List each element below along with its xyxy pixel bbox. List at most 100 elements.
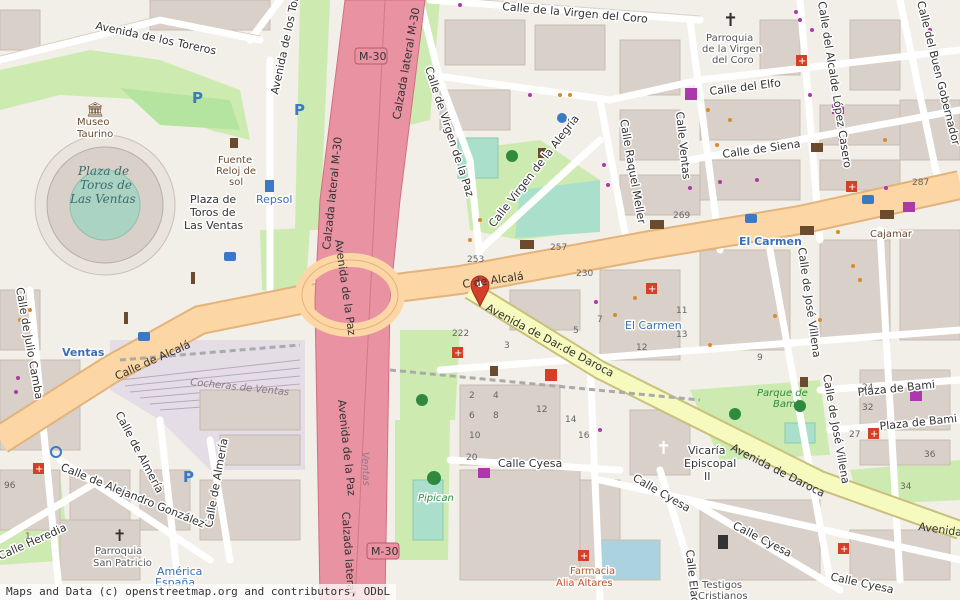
church-icon-2[interactable]: ✝ <box>656 438 671 459</box>
house-number: 6 <box>469 411 475 421</box>
label-plaza-toros-italic-2: Toros de <box>80 178 132 192</box>
mail-icon[interactable] <box>811 143 823 152</box>
svg-text:+: + <box>35 464 43 475</box>
label-repsol: Repsol <box>256 193 292 206</box>
map-view[interactable]: P P P ✝ ✝ ✝ 🏛 + + + + + + + + Avenida de… <box>0 0 960 600</box>
dog-park-icon[interactable] <box>427 471 441 485</box>
house-number: 269 <box>673 211 690 221</box>
label-testigos-2: Cristianos <box>698 591 748 600</box>
label-fuente-1: Fuente <box>218 155 252 166</box>
house-number: 287 <box>912 178 929 188</box>
label-farmacia-1: Farmacia <box>570 566 615 577</box>
svg-text:+: + <box>870 429 878 440</box>
label-vicaria-1: Vicaría <box>688 444 725 457</box>
label-vicaria-3: II <box>704 470 711 483</box>
house-number: 96 <box>4 481 16 491</box>
house-number: 13 <box>676 330 687 340</box>
label-ventas: Ventas <box>62 346 105 359</box>
label-plaza-toros-3: Las Ventas <box>184 219 244 232</box>
label-ventas-small: Ventas <box>359 452 371 486</box>
bus-icon-3[interactable] <box>138 332 150 341</box>
label-plaza-toros-2: Toros de <box>189 206 236 219</box>
fuel-icon[interactable] <box>265 180 274 192</box>
svg-text:+: + <box>798 56 806 67</box>
label-parroquia-coro-1: Parroquia <box>706 33 753 44</box>
bank-icon[interactable] <box>650 220 664 229</box>
shop-icon-3[interactable] <box>903 202 915 212</box>
church-icon[interactable]: ✝ <box>723 10 738 31</box>
playground-icon-3[interactable] <box>729 408 741 420</box>
label-parroquia-patricio-1: Parroquia <box>95 546 142 557</box>
svg-text:P: P <box>294 101 305 119</box>
house-number: 12 <box>536 405 547 415</box>
pharmacy-icon-8[interactable]: + <box>33 463 44 475</box>
house-number: 2 <box>469 391 475 401</box>
house-number: 1 <box>25 532 31 542</box>
parking-icon-3[interactable]: P <box>183 468 194 486</box>
house-number: 5 <box>573 326 579 336</box>
monument-icon[interactable] <box>191 272 195 284</box>
pharmacy-icon-4[interactable]: + <box>452 347 463 359</box>
house-number: 32 <box>862 403 873 413</box>
pharmacy-icon[interactable]: + <box>796 55 807 67</box>
monument-icon-2[interactable] <box>124 312 128 324</box>
house-number: 11 <box>676 306 687 316</box>
bar-icon-3[interactable] <box>800 377 808 387</box>
police-icon[interactable] <box>718 535 728 549</box>
pharmacy-icon-3[interactable]: + <box>646 283 657 295</box>
svg-text:✝: ✝ <box>113 526 126 545</box>
label-fuente-2: Reloj de <box>216 166 256 177</box>
pharmacy-icon-7[interactable]: + <box>838 543 849 555</box>
parking-icon-2[interactable]: P <box>294 101 305 119</box>
bar-icon-2[interactable] <box>490 366 498 376</box>
map-attribution[interactable]: Maps and Data (c) openstreetmap.org and … <box>0 584 397 600</box>
svg-text:+: + <box>454 348 462 359</box>
parking-icon[interactable]: P <box>192 89 203 107</box>
playground-icon-2[interactable] <box>416 394 428 406</box>
label-pipican: Pipican <box>418 493 454 504</box>
playground-icon[interactable] <box>506 150 518 162</box>
shop-icon[interactable] <box>685 88 697 100</box>
house-number: 20 <box>466 453 478 463</box>
bank-icon-3[interactable] <box>800 226 814 235</box>
label-museo-taurino-1: Museo <box>77 117 109 128</box>
house-number: 24 <box>862 383 874 393</box>
label-m30-bottom: M-30 <box>371 545 398 558</box>
svg-text:+: + <box>848 182 856 193</box>
pharmacy-icon-5[interactable]: + <box>868 428 879 440</box>
house-number: 8 <box>493 411 499 421</box>
shop-icon-4[interactable] <box>478 468 490 478</box>
hospital-icon[interactable] <box>545 369 557 381</box>
bus-icon-2[interactable] <box>862 195 874 204</box>
house-number: 34 <box>900 482 912 492</box>
house-number: 222 <box>452 329 469 339</box>
pharmacy-icon-2[interactable]: + <box>846 181 857 193</box>
label-plaza-toros-italic-1: Plaza de <box>77 164 129 178</box>
house-number: 27 <box>849 430 860 440</box>
label-parroquia-coro-2: de la Virgen <box>702 44 762 55</box>
label-el-carmen-1: El Carmen <box>739 235 802 248</box>
house-number: 16 <box>578 431 590 441</box>
house-number: 9 <box>757 353 763 363</box>
svg-text:P: P <box>192 89 203 107</box>
label-el-carmen-2: El Carmen <box>625 319 682 332</box>
svg-text:+: + <box>580 551 588 562</box>
bus-icon[interactable] <box>745 214 757 223</box>
house-number: 3 <box>504 341 510 351</box>
svg-text:+: + <box>648 284 656 295</box>
fountain-icon[interactable] <box>230 138 238 148</box>
house-number: 12 <box>636 343 647 353</box>
house-number: 10 <box>469 431 481 441</box>
map-canvas[interactable]: P P P ✝ ✝ ✝ 🏛 + + + + + + + + Avenida de… <box>0 0 960 600</box>
house-number: 230 <box>576 269 593 279</box>
label-plaza-toros-1: Plaza de <box>190 193 236 206</box>
museum-icon[interactable]: 🏛 <box>86 101 104 118</box>
pharmacy-icon-6[interactable]: + <box>578 550 589 562</box>
bank-icon-2[interactable] <box>520 240 534 249</box>
svg-text:✝: ✝ <box>656 438 671 459</box>
house-number: 4 <box>493 391 499 401</box>
svg-text:✝: ✝ <box>723 10 738 31</box>
car-icon[interactable] <box>225 252 235 260</box>
bank-icon-4[interactable] <box>880 210 894 219</box>
church-icon-3[interactable]: ✝ <box>113 526 126 545</box>
